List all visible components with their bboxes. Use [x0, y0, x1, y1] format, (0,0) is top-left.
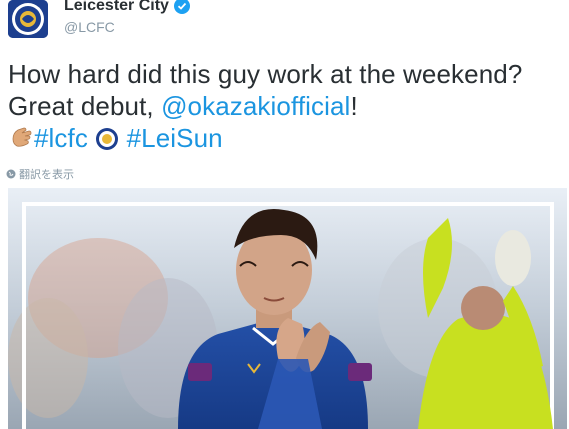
- lcfc-crest-icon: [8, 0, 48, 38]
- tweet-photo[interactable]: [8, 188, 567, 429]
- tweet-text: How hard did this guy work at the weeken…: [8, 58, 558, 158]
- verified-badge-icon: [173, 0, 190, 14]
- translate-link[interactable]: 翻訳を表示: [6, 166, 74, 182]
- tweet-text-part2: !: [350, 91, 358, 121]
- avatar[interactable]: [8, 0, 48, 38]
- hashtag-lcfc[interactable]: #lcfc: [34, 123, 88, 153]
- clap-emoji-icon: [8, 125, 34, 158]
- hashtag-leisun[interactable]: #LeiSun: [127, 123, 223, 153]
- display-name[interactable]: Leicester City: [64, 0, 190, 15]
- mention-link[interactable]: @okazakiofficial: [161, 91, 350, 121]
- lcfc-crest-emoji-icon: [95, 126, 119, 158]
- globe-icon: [6, 169, 16, 179]
- handle[interactable]: @LCFC: [64, 19, 115, 35]
- display-name-text: Leicester City: [64, 0, 169, 14]
- translate-label: 翻訳を表示: [19, 169, 74, 181]
- player-photo-image: [8, 188, 567, 429]
